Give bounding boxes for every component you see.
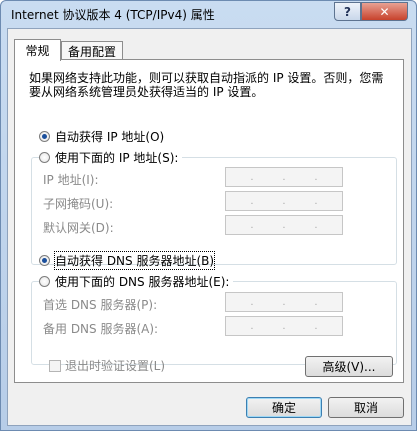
subnet-mask-label: 子网掩码(U):: [43, 197, 114, 211]
alternate-dns-input[interactable]: ...: [225, 316, 343, 336]
validate-on-exit-label: 退出时验证设置(L): [65, 359, 166, 373]
ip-manual-option[interactable]: 使用下面的 IP 地址(S):: [39, 149, 183, 166]
tab-alternate-config[interactable]: 备用配置: [61, 41, 123, 61]
dialog-client: 常规 备用配置 如果网络支持此功能，则可以获取自动指派的 IP 设置。否则，您需…: [7, 28, 412, 426]
ip-address-label: IP 地址(I):: [43, 173, 99, 187]
dns-manual-option[interactable]: 使用下面的 DNS 服务器地址(E):: [39, 273, 234, 290]
ip-dot: .: [282, 296, 286, 308]
close-button[interactable]: ✕: [361, 2, 408, 21]
help-button[interactable]: ?: [334, 2, 361, 21]
ip-auto-option[interactable]: 自动获得 IP 地址(O): [39, 128, 164, 145]
ip-dot: .: [282, 195, 286, 207]
ip-dot: .: [282, 320, 286, 332]
dns-manual-label: 使用下面的 DNS 服务器地址(E):: [55, 275, 230, 289]
ip-manual-label: 使用下面的 IP 地址(S):: [55, 151, 179, 165]
ip-dot: .: [314, 195, 318, 207]
ip-dot: .: [314, 171, 318, 183]
subnet-mask-input[interactable]: ...: [225, 191, 343, 211]
ip-auto-radio[interactable]: [39, 131, 50, 142]
description-text: 如果网络支持此功能，则可以获取自动指派的 IP 设置。否则，您需要从网络系统管理…: [29, 71, 384, 99]
tab-panel-general: 如果网络支持此功能，则可以获取自动指派的 IP 设置。否则，您需要从网络系统管理…: [14, 59, 404, 383]
ip-dot: .: [282, 219, 286, 231]
dns-manual-radio[interactable]: [39, 276, 50, 287]
preferred-dns-label: 首选 DNS 服务器(P):: [43, 298, 158, 312]
cancel-button[interactable]: 取消: [328, 397, 404, 418]
ip-auto-label: 自动获得 IP 地址(O): [55, 130, 165, 144]
ip-dot: .: [250, 219, 254, 231]
alternate-dns-label: 备用 DNS 服务器(A):: [43, 322, 159, 336]
advanced-button[interactable]: 高级(V)...: [305, 356, 393, 377]
ip-dot: .: [314, 296, 318, 308]
ip-dot: .: [250, 195, 254, 207]
dns-auto-option[interactable]: 自动获得 DNS 服务器地址(B): [39, 251, 216, 270]
tab-general[interactable]: 常规: [14, 39, 61, 61]
ip-dot: .: [314, 320, 318, 332]
ip-manual-radio[interactable]: [39, 152, 50, 163]
close-icon: ✕: [379, 4, 390, 19]
default-gateway-input[interactable]: ...: [225, 215, 343, 235]
ip-dot: .: [314, 219, 318, 231]
preferred-dns-input[interactable]: ...: [225, 292, 343, 312]
dns-auto-radio[interactable]: [39, 255, 50, 266]
ok-button[interactable]: 确定: [246, 397, 322, 418]
ip-address-input[interactable]: ...: [225, 167, 343, 187]
validate-on-exit-checkbox[interactable]: [49, 359, 61, 372]
help-icon: ?: [344, 4, 351, 19]
ip-dot: .: [250, 320, 254, 332]
dns-auto-label: 自动获得 DNS 服务器地址(B): [53, 251, 216, 270]
ip-dot: .: [282, 171, 286, 183]
default-gateway-label: 默认网关(D):: [43, 221, 114, 235]
dialog-window: Internet 协议版本 4 (TCP/IPv4) 属性 ? ✕ 常规 备用配…: [0, 0, 417, 431]
ip-dot: .: [250, 296, 254, 308]
ip-dot: .: [250, 171, 254, 183]
validate-on-exit-option[interactable]: 退出时验证设置(L): [49, 357, 165, 374]
window-title: Internet 协议版本 4 (TCP/IPv4) 属性: [11, 8, 215, 22]
